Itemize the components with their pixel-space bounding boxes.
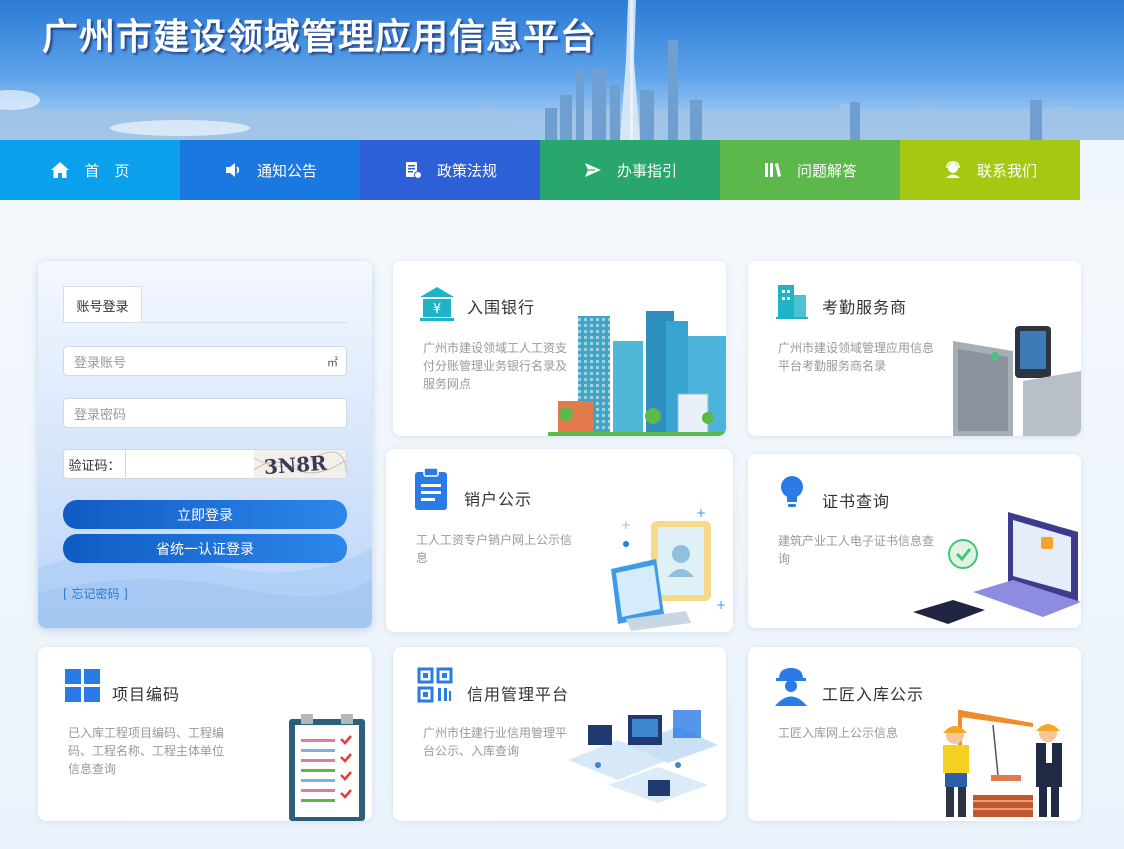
- turnstile-illustration: [953, 326, 1081, 436]
- svg-text:¥: ¥: [433, 302, 441, 317]
- card-desc: 工匠入库网上公示信息: [778, 726, 899, 740]
- paper-plane-icon: [584, 163, 601, 177]
- tab-divider: [63, 322, 347, 323]
- svg-text:+: +: [696, 506, 706, 520]
- tab-account-login[interactable]: 账号登录: [63, 286, 142, 323]
- card-title: 入围银行: [467, 298, 536, 317]
- bank-icon: ¥: [420, 287, 454, 321]
- card-title: 证书查询: [822, 492, 891, 511]
- account-placeholder: 登录账号: [74, 355, 127, 371]
- nav-item-policies[interactable]: 政策法规: [360, 140, 540, 200]
- nav-item-label: 首 页: [84, 161, 130, 180]
- data-platform-illustration: [568, 710, 718, 803]
- card-desc: 已入库工程项目编码、工程编码、工程名称、工程主体单位信息查询: [68, 726, 225, 776]
- captcha-image[interactable]: 3N8R: [254, 450, 346, 478]
- nav-item-contact[interactable]: 联系我们: [900, 140, 1080, 200]
- main-nav: 首 页 通知公告 政策法规 办事指引 问题解答 联系我们: [0, 140, 1124, 200]
- nav-item-faq[interactable]: 问题解答: [720, 140, 900, 200]
- card-certificate[interactable]: 证书查询 建筑产业工人电子证书信息查询: [748, 454, 1081, 628]
- document-icon: [405, 162, 422, 179]
- card-bank[interactable]: ¥ 入围银行 广州市建设领域工人工资支付分账管理业务银行名录及服务网点: [393, 261, 726, 436]
- nav-item-label: 办事指引: [616, 161, 677, 180]
- profile-illustration: + + +: [611, 506, 726, 631]
- card-desc: 广州市建设领域管理应用信息平台考勤服务商名录: [778, 341, 935, 373]
- card-craftsman[interactable]: 工匠入库公示 工匠入库网上公示信息: [748, 647, 1081, 821]
- qr-code-icon: [417, 667, 453, 703]
- card-account-closure[interactable]: 销户公示 工人工资专户销户网上公示信息 + + +: [386, 449, 733, 632]
- speaker-icon: [225, 163, 240, 177]
- svg-text:+: +: [621, 518, 631, 532]
- card-title: 考勤服务商: [822, 298, 908, 317]
- card-title: 工匠入库公示: [822, 685, 925, 704]
- login-button[interactable]: 立即登录: [63, 500, 347, 529]
- support-agent-icon: [945, 161, 960, 178]
- password-placeholder: 登录密码: [74, 407, 127, 423]
- nav-item-guide[interactable]: 办事指引: [540, 140, 720, 200]
- building-icon: [776, 285, 808, 319]
- captcha-label: 验证码：: [64, 450, 126, 478]
- site-title: 广州市建设领域管理应用信息平台: [42, 17, 598, 58]
- card-project-code[interactable]: 项目编码 已入库工程项目编码、工程编码、工程名称、工程主体单位信息查询: [38, 647, 372, 821]
- card-title: 信用管理平台: [467, 685, 570, 704]
- home-icon: [51, 162, 70, 178]
- account-input[interactable]: 登录账号 ㎡: [63, 346, 347, 376]
- card-title: 销户公示: [464, 490, 533, 509]
- card-credit-platform[interactable]: 信用管理平台 广州市住建行业信用管理平台公示、入库查询: [393, 647, 726, 821]
- unified-login-button[interactable]: 省统一认证登录: [63, 534, 347, 563]
- nav-item-label: 联系我们: [976, 161, 1037, 180]
- card-attendance[interactable]: 考勤服务商 广州市建设领域管理应用信息平台考勤服务商名录: [748, 261, 1081, 436]
- grid-icon: [65, 669, 100, 702]
- card-desc: 广州市住建行业信用管理平台公示、入库查询: [423, 726, 568, 758]
- svg-text:+: +: [716, 598, 726, 612]
- password-input[interactable]: 登录密码: [63, 398, 347, 428]
- keyboard-icon[interactable]: ㎡: [327, 354, 338, 370]
- captcha-field: 验证码： 3N8R: [63, 449, 347, 479]
- nav-item-label: 问题解答: [796, 161, 857, 180]
- header-banner: 广州市建设领域管理应用信息平台: [0, 0, 1124, 140]
- login-panel: 账号登录 登录账号 ㎡ 登录密码 验证码： 3N8R 立即登录 省统一认证登录 …: [38, 261, 372, 628]
- checklist-illustration: [289, 714, 365, 821]
- books-icon: [764, 163, 781, 177]
- construction-workers-illustration: [943, 710, 1062, 817]
- card-title: 项目编码: [112, 685, 181, 704]
- nav-item-label: 政策法规: [436, 161, 497, 180]
- captcha-text: 3N8R: [263, 451, 328, 478]
- nav-item-notices[interactable]: 通知公告: [180, 140, 360, 200]
- buildings-illustration: [548, 311, 726, 436]
- worker-icon: [775, 668, 807, 706]
- clipboard-icon: [415, 467, 447, 510]
- laptop-security-illustration: [913, 512, 1081, 624]
- card-desc: 工人工资专户销户网上公示信息: [416, 533, 573, 565]
- forgot-password-link[interactable]: [ 忘记密码 ]: [63, 585, 128, 602]
- nav-item-label: 通知公告: [256, 161, 317, 180]
- lightbulb-icon: [781, 476, 803, 507]
- nav-item-home[interactable]: 首 页: [0, 140, 180, 200]
